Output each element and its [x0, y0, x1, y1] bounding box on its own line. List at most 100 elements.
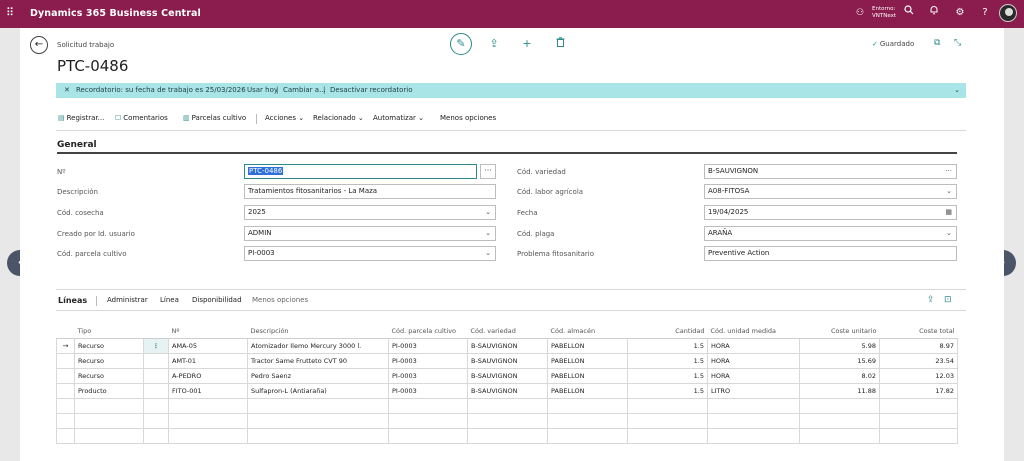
cell-unit[interactable]: HORA — [707, 352, 800, 369]
delete-icon[interactable] — [552, 36, 568, 52]
cell-description[interactable]: Tractor Same Frutteto CVT 90 — [247, 352, 389, 369]
related-menu[interactable]: Relacionado ⌄ — [313, 110, 364, 127]
column-header[interactable]: Cantidad — [627, 324, 708, 339]
cell-type[interactable]: Recurso — [74, 352, 144, 369]
general-section-title[interactable]: General — [57, 140, 97, 150]
manage-menu[interactable]: Administrar — [107, 293, 148, 308]
chevron-down-icon[interactable]: ⌄ — [954, 83, 960, 98]
avatar[interactable] — [999, 4, 1017, 22]
column-header[interactable]: Descripción — [247, 324, 389, 339]
column-header[interactable]: Coste unitario — [799, 324, 880, 339]
cell-variety[interactable]: B-SAUVIGNON — [467, 352, 548, 369]
cell-unit-cost[interactable]: 15.69 — [799, 352, 880, 369]
cell-variety[interactable]: B-SAUVIGNON — [467, 337, 548, 354]
parcel-select[interactable]: PI-0003 ⌄ — [244, 246, 496, 261]
cell-parcel[interactable]: PI-0003 — [388, 367, 468, 384]
description-field[interactable]: Tratamientos fitosanitarios - La Maza — [244, 184, 496, 199]
edit-icon[interactable]: ✎ — [450, 33, 472, 55]
help-icon[interactable]: ? — [977, 5, 993, 21]
cell-no[interactable]: FITO-001 — [168, 382, 248, 399]
share-icon[interactable]: ⇪ — [486, 36, 502, 52]
column-header[interactable]: Cód. parcela cultivo — [388, 324, 468, 339]
line-menu[interactable]: Línea — [160, 293, 179, 308]
app-launcher-icon[interactable]: ⠿ — [6, 7, 18, 19]
cell-description[interactable]: Sulfapron-L (Antiaraña) — [247, 382, 389, 399]
cell-quantity[interactable]: 1.5 — [627, 382, 708, 399]
cell-total-cost[interactable]: 23.54 — [879, 352, 958, 369]
availability-menu[interactable]: Disponibilidad — [192, 293, 242, 308]
change-to-link[interactable]: Cambiar a... — [283, 83, 326, 98]
open-new-window-icon[interactable]: ⧉ — [934, 38, 940, 48]
comments-button[interactable]: ☐ Comentarios — [115, 110, 168, 127]
table-row[interactable]: Recurso AMT-01 Tractor Same Frutteto CVT… — [56, 352, 958, 369]
created-by-select[interactable]: ADMIN ⌄ — [244, 226, 496, 241]
cell-warehouse[interactable]: PABELLON — [547, 337, 628, 354]
expand-icon[interactable]: ⊡ — [944, 293, 952, 308]
cell-unit[interactable]: LITRO — [707, 382, 800, 399]
column-header[interactable]: Cód. almacén — [547, 324, 628, 339]
cell-parcel[interactable]: PI-0003 — [388, 337, 468, 354]
cell-total-cost[interactable]: 12.03 — [879, 367, 958, 384]
column-header[interactable]: Tipo — [74, 324, 144, 339]
automate-menu[interactable]: Automatizar ⌄ — [373, 110, 424, 127]
cell-description[interactable]: Pedro Saenz — [247, 367, 389, 384]
cell-unit[interactable]: HORA — [707, 367, 800, 384]
fewer-options-button[interactable]: Menos opciones — [252, 293, 308, 308]
actions-menu[interactable]: Acciones ⌄ — [265, 110, 304, 127]
cell-unit-cost[interactable]: 8.02 — [799, 367, 880, 384]
close-icon[interactable]: ✕ — [64, 83, 70, 98]
task-select[interactable]: A08-FITOSA ⌄ — [704, 184, 957, 199]
app-name[interactable]: Dynamics 365 Business Central — [30, 8, 201, 19]
cell-description[interactable]: Atomizador Ilemo Mercury 3000 l. — [247, 337, 389, 354]
column-header[interactable]: Cód. variedad — [467, 324, 548, 339]
cell-no[interactable]: AMA-05 — [168, 337, 248, 354]
date-field[interactable]: 19/04/2025 ▦ — [704, 205, 957, 220]
harvest-select[interactable]: 2025 ⌄ — [244, 205, 496, 220]
table-row-empty[interactable] — [56, 427, 958, 444]
share-icon[interactable]: ⇪ — [927, 293, 935, 308]
environment-indicator[interactable]: ⚇ Entorno: VNTNext — [856, 6, 898, 22]
cell-unit-cost[interactable]: 11.88 — [799, 382, 880, 399]
cell-type[interactable]: Recurso — [74, 367, 144, 384]
cell-quantity[interactable]: 1.5 — [627, 337, 708, 354]
cell-quantity[interactable]: 1.5 — [627, 367, 708, 384]
cell-variety[interactable]: B-SAUVIGNON — [467, 382, 548, 399]
cell-variety[interactable]: B-SAUVIGNON — [467, 367, 548, 384]
more-options-button[interactable]: ··· — [480, 164, 496, 179]
parcels-button[interactable]: ▥ Parcelas cultivo — [183, 110, 246, 127]
cell-parcel[interactable]: PI-0003 — [388, 352, 468, 369]
cell-parcel[interactable]: PI-0003 — [388, 382, 468, 399]
no-field[interactable]: PTC-0486 — [244, 164, 477, 179]
cell-total-cost[interactable]: 17.82 — [879, 382, 958, 399]
pest-select[interactable]: ARAÑA ⌄ — [704, 226, 957, 241]
cell-warehouse[interactable]: PABELLON — [547, 352, 628, 369]
table-row[interactable]: → Recurso ⋮ AMA-05 Atomizador Ilemo Merc… — [56, 337, 958, 354]
column-header[interactable]: Nº — [168, 324, 248, 339]
cell-warehouse[interactable]: PABELLON — [547, 382, 628, 399]
cell-total-cost[interactable]: 8.97 — [879, 337, 958, 354]
variety-field[interactable]: B-SAUVIGNON ··· — [704, 164, 957, 179]
cell-warehouse[interactable]: PABELLON — [547, 367, 628, 384]
bell-icon[interactable] — [926, 5, 942, 21]
fewer-options-button[interactable]: Menos opciones — [440, 110, 496, 127]
table-row-empty[interactable] — [56, 412, 958, 429]
table-row[interactable]: Recurso A-PEDRO Pedro Saenz PI-0003 B-SA… — [56, 367, 958, 384]
table-row-empty[interactable] — [56, 397, 958, 414]
cell-type[interactable]: Producto — [74, 382, 144, 399]
disable-reminder-link[interactable]: Desactivar recordatorio — [330, 83, 413, 98]
cell-type[interactable]: Recurso — [74, 337, 144, 354]
table-row[interactable]: Producto FITO-001 Sulfapron-L (Antiaraña… — [56, 382, 958, 399]
add-icon[interactable]: + — [519, 36, 535, 52]
cell-unit-cost[interactable]: 5.98 — [799, 337, 880, 354]
search-icon[interactable] — [901, 5, 917, 21]
collapse-icon[interactable]: ⤡ — [954, 38, 961, 48]
cell-unit[interactable]: HORA — [707, 337, 800, 354]
row-menu-icon[interactable]: ⋮ — [143, 337, 169, 354]
cell-no[interactable]: A-PEDRO — [168, 367, 248, 384]
back-button[interactable]: ← — [30, 36, 48, 54]
post-button[interactable]: ▤ Registrar... — [58, 110, 104, 127]
gear-icon[interactable]: ⚙ — [952, 5, 968, 21]
lines-title[interactable]: Líneas — [58, 293, 87, 308]
use-today-link[interactable]: Usar hoy — [247, 83, 278, 98]
cell-no[interactable]: AMT-01 — [168, 352, 248, 369]
